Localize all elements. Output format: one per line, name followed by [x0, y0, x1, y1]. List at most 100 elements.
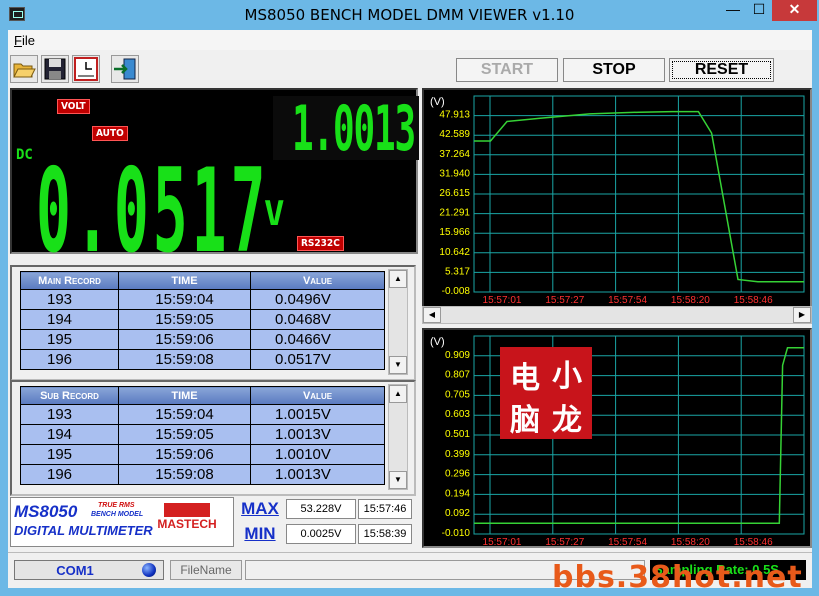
record-time: 15:59:05 — [118, 424, 251, 445]
y-tick-label: 0.603 — [445, 409, 470, 420]
record-time: 15:59:05 — [118, 309, 251, 330]
record-index: 195 — [20, 329, 119, 350]
scroll-down-icon[interactable]: ▼ — [389, 356, 407, 374]
scroll-down-icon[interactable]: ▼ — [389, 471, 407, 489]
min-value: 0.0025V — [286, 524, 356, 544]
table-row[interactable]: 194 15:59:05 1.0013V — [20, 424, 385, 445]
y-tick-label: 21.291 — [439, 208, 470, 219]
table-row[interactable]: 193 15:59:04 1.0015V — [20, 404, 385, 425]
mastech-logo: MASTECH — [156, 501, 218, 545]
record-time: 15:59:06 — [118, 329, 251, 350]
scroll-up-icon[interactable]: ▲ — [389, 270, 407, 288]
table-row[interactable]: 196 15:59:08 1.0013V — [20, 464, 385, 485]
scroll-left-icon[interactable]: ◀ — [423, 307, 441, 323]
filename-button[interactable]: FileName — [170, 560, 242, 580]
y-tick-label: 0.399 — [445, 449, 470, 460]
record-value: 1.0013V — [250, 464, 385, 485]
sub-reading: 1.0013 — [292, 92, 416, 165]
sub-display: 1.0013 — [273, 92, 419, 165]
main-record-panel: Main Record TIME Value 193 15:59:04 0.0496… — [10, 265, 416, 381]
stop-button[interactable]: STOP — [563, 58, 665, 82]
column-header: Main Record — [20, 271, 119, 290]
table-row[interactable]: 193 15:59:04 0.0496V — [20, 289, 385, 310]
main-record-scrollbar[interactable]: ▲ ▼ — [388, 269, 408, 375]
maximize-button[interactable]: ☐ — [746, 0, 772, 21]
start-button[interactable]: START — [456, 58, 558, 82]
max-value: 53.228V — [286, 499, 356, 519]
exit-door-icon[interactable] — [111, 55, 139, 83]
main-unit: V — [264, 194, 285, 234]
record-index: 196 — [20, 349, 119, 370]
open-folder-icon[interactable] — [10, 55, 38, 83]
minimize-button[interactable]: — — [720, 0, 746, 21]
menu-file[interactable]: File — [14, 33, 35, 48]
main-reading: 0.0517 — [36, 144, 270, 279]
record-index: 193 — [20, 289, 119, 310]
record-time: 15:59:04 — [118, 404, 251, 425]
min-time: 15:58:39 — [358, 524, 412, 544]
y-axis-label: (V) — [430, 336, 445, 348]
column-header: Sub Record — [20, 386, 119, 405]
record-value: 0.0517V — [250, 349, 385, 370]
seal-char: 脑 — [510, 403, 540, 438]
column-header: TIME — [118, 271, 251, 290]
seal-char: 小 — [552, 359, 582, 394]
watermark-text: bbs.38hot.net — [552, 560, 803, 595]
sub-trend-svg: (V)0.909 0.807 0.705 0.603 0.501 0.399 0.296 0.… — [430, 335, 805, 546]
sub-record-table: Sub Record TIME Value 193 15:59:04 1.0015V… — [20, 386, 385, 485]
y-tick-label: 0.092 — [445, 508, 470, 519]
table-row[interactable]: 195 15:59:06 1.0010V — [20, 444, 385, 465]
scroll-up-icon[interactable]: ▲ — [389, 385, 407, 403]
y-tick-label: 0.909 — [445, 350, 470, 361]
record-value: 1.0010V — [250, 444, 385, 465]
column-header: Value — [250, 271, 385, 290]
main-trend-svg: (V) 47.913 42.589 37.264 31.940 26.615 21.291 1… — [430, 95, 805, 304]
clock-chart-icon[interactable] — [72, 55, 100, 83]
table-row[interactable]: 194 15:59:05 0.0468V — [20, 309, 385, 330]
y-tick-label: 26.615 — [439, 188, 470, 199]
volt-badge: VOLT — [57, 99, 90, 114]
series-line — [474, 110, 804, 283]
reset-button[interactable]: RESET — [669, 58, 774, 82]
chart-horizontal-scrollbar[interactable]: ◀ ▶ — [422, 306, 812, 324]
y-tick-label: 10.642 — [439, 247, 470, 258]
brand-logo-panel: MS8050 TRUE RMS BENCH MODEL DIGITAL MULT… — [10, 497, 234, 547]
record-value: 0.0468V — [250, 309, 385, 330]
seal-char: 电 — [510, 361, 540, 396]
rs232c-badge: RS232C — [297, 236, 344, 251]
min-label: MIN — [244, 524, 276, 543]
record-time: 15:59:08 — [118, 464, 251, 485]
record-index: 195 — [20, 444, 119, 465]
column-header: TIME — [118, 386, 251, 405]
x-tick-label: 15:58:46 — [734, 537, 773, 546]
x-tick-label: 15:57:54 — [608, 537, 647, 546]
close-button[interactable]: ✕ — [772, 0, 817, 21]
floppy-save-icon[interactable] — [41, 55, 69, 83]
y-tick-label: 0.501 — [445, 429, 470, 440]
record-value: 0.0496V — [250, 289, 385, 310]
seal-char: 龙 — [552, 403, 582, 438]
y-tick-label: -0.010 — [442, 528, 471, 539]
x-tick-label: 15:57:27 — [545, 295, 584, 304]
record-value: 1.0013V — [250, 424, 385, 445]
record-value: 0.0466V — [250, 329, 385, 350]
max-time: 15:57:46 — [358, 499, 412, 519]
record-time: 15:59:08 — [118, 349, 251, 370]
auto-badge: AUTO — [92, 126, 128, 141]
y-axis-label: (V) — [430, 96, 445, 108]
sub-record-scrollbar[interactable]: ▲ ▼ — [388, 384, 408, 490]
table-row[interactable]: 196 15:59:08 0.0517V — [20, 349, 385, 370]
scroll-right-icon[interactable]: ▶ — [793, 307, 811, 323]
dc-label: DC — [16, 147, 33, 163]
main-display: 0.0517 — [36, 144, 266, 279]
window-title: MS8050 BENCH MODEL DMM VIEWER v1.10 — [244, 6, 575, 24]
client-area: File START STOP RESET VOLT AUTO DC 1.001… — [8, 30, 812, 588]
table-row[interactable]: 195 15:59:06 0.0466V — [20, 329, 385, 350]
y-tick-label: -0.008 — [442, 286, 471, 297]
record-index: 193 — [20, 404, 119, 425]
y-tick-label: 31.940 — [439, 168, 470, 179]
brand-true-rms: TRUE RMS — [98, 502, 135, 509]
x-tick-label: 15:58:20 — [671, 537, 710, 546]
column-header: Value — [250, 386, 385, 405]
mastech-logo-mark — [164, 503, 210, 517]
